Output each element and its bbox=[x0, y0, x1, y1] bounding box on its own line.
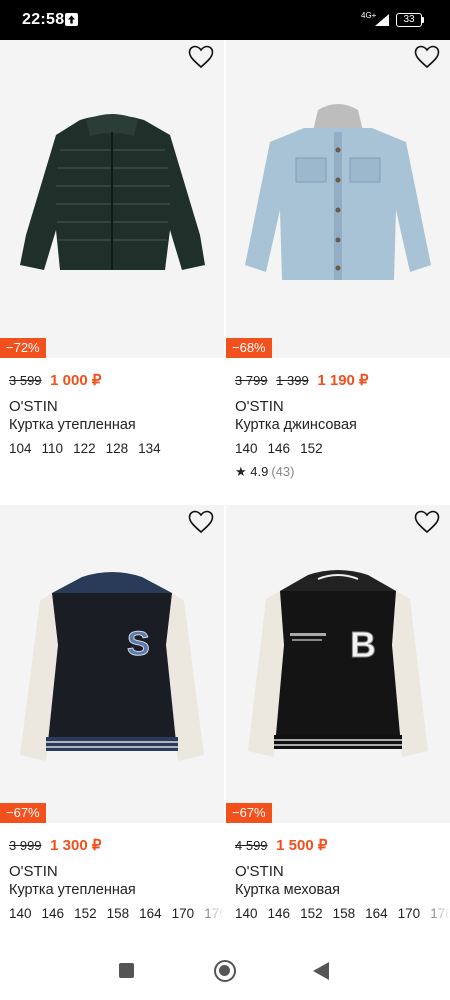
size-option: 158 bbox=[106, 906, 130, 921]
product-title: Куртка утепленная bbox=[9, 882, 136, 898]
new-price: 1 300 ₽ bbox=[50, 837, 102, 854]
product-card[interactable]: −72% 3 599 1 000 ₽ O'STIN Куртка утеплен… bbox=[0, 40, 224, 500]
brand-name: O'STIN bbox=[9, 398, 58, 415]
brand-name: O'STIN bbox=[235, 398, 284, 415]
signal-icon bbox=[375, 14, 389, 26]
price-row: 3 999 1 300 ₽ bbox=[9, 836, 101, 854]
back-button[interactable] bbox=[313, 962, 329, 980]
size-option: 140 bbox=[235, 441, 258, 456]
product-image[interactable]: S −67% bbox=[0, 505, 224, 823]
battery-icon: 33 bbox=[396, 13, 422, 27]
old-price: 3 599 bbox=[9, 373, 42, 388]
product-card[interactable]: B −67% 4 599 1 500 ₽ O'STIN Куртка мехов… bbox=[226, 505, 450, 945]
product-title: Куртка утепленная bbox=[9, 417, 136, 433]
size-option: 152 bbox=[74, 906, 97, 921]
product-card[interactable]: −68% 3 799 1 399 1 190 ₽ O'STIN Куртка д… bbox=[226, 40, 450, 500]
price-row: 4 599 1 500 ₽ bbox=[235, 836, 327, 854]
denim-jacket-image bbox=[245, 104, 431, 280]
heart-icon[interactable] bbox=[188, 45, 214, 69]
old-price: 3 799 bbox=[235, 373, 268, 388]
system-nav-bar bbox=[0, 945, 450, 1000]
size-list: 140 146 152 bbox=[235, 441, 450, 456]
price-row: 3 599 1 000 ₽ bbox=[9, 371, 101, 389]
status-time: 22:58 bbox=[22, 11, 65, 28]
size-list: 104 110 122 128 134 bbox=[9, 441, 224, 456]
recents-button[interactable] bbox=[119, 963, 134, 978]
size-option: 152 bbox=[300, 441, 323, 456]
size-list: 140 146 152 158 164 170 176 bbox=[235, 906, 450, 921]
size-option: 176 bbox=[430, 906, 450, 921]
discount-badge: −72% bbox=[0, 338, 46, 358]
old-price: 4 599 bbox=[235, 838, 268, 853]
discount-badge: −68% bbox=[226, 338, 272, 358]
svg-text:B: B bbox=[350, 624, 376, 665]
size-option: 170 bbox=[171, 906, 195, 921]
size-option: 146 bbox=[267, 906, 291, 921]
size-option: 146 bbox=[267, 441, 291, 456]
discount-badge: −67% bbox=[0, 803, 46, 823]
discount-badge: −67% bbox=[226, 803, 272, 823]
size-option: 176 bbox=[204, 906, 224, 921]
size-option: 146 bbox=[41, 906, 65, 921]
size-option: 110 bbox=[41, 441, 64, 456]
review-count: (43) bbox=[271, 464, 295, 479]
svg-text:S: S bbox=[127, 625, 150, 663]
bomber-jacket-image: S bbox=[20, 572, 204, 761]
size-option: 104 bbox=[9, 441, 32, 456]
old-price-secondary: 1 399 bbox=[276, 373, 309, 388]
product-image[interactable]: −68% bbox=[226, 40, 450, 358]
size-option: 158 bbox=[332, 906, 356, 921]
brand-name: O'STIN bbox=[235, 863, 284, 880]
size-option: 140 bbox=[9, 906, 32, 921]
battery-tip bbox=[422, 17, 424, 23]
new-price: 1 000 ₽ bbox=[50, 372, 102, 389]
new-price: 1 500 ₽ bbox=[276, 837, 328, 854]
size-option: 122 bbox=[73, 441, 96, 456]
product-title: Куртка меховая bbox=[235, 882, 340, 898]
size-option: 164 bbox=[139, 906, 162, 921]
puffer-jacket-image bbox=[20, 114, 205, 270]
rating-value: ★ 4.9 bbox=[235, 464, 269, 479]
size-list: 140 146 152 158 164 170 176 bbox=[9, 906, 224, 921]
old-price: 3 999 bbox=[9, 838, 42, 853]
product-title: Куртка джинсовая bbox=[235, 417, 357, 433]
status-bar: 22:58 4G+ 33 bbox=[0, 0, 450, 40]
price-row: 3 799 1 399 1 190 ₽ bbox=[235, 371, 369, 389]
new-price: 1 190 ₽ bbox=[317, 372, 369, 389]
heart-icon[interactable] bbox=[414, 45, 440, 69]
product-card[interactable]: S −67% 3 999 1 300 ₽ O'STIN Куртка утепл… bbox=[0, 505, 224, 945]
size-option: 170 bbox=[397, 906, 421, 921]
product-image[interactable]: B −67% bbox=[226, 505, 450, 823]
size-option: 128 bbox=[105, 441, 129, 456]
home-button[interactable] bbox=[214, 960, 236, 982]
heart-icon[interactable] bbox=[414, 510, 440, 534]
brand-name: O'STIN bbox=[9, 863, 58, 880]
rating: ★ 4.9 (43) bbox=[235, 464, 294, 480]
size-option: 140 bbox=[235, 906, 258, 921]
size-option: 164 bbox=[365, 906, 388, 921]
fur-jacket-image: B bbox=[248, 570, 428, 757]
heart-icon[interactable] bbox=[188, 510, 214, 534]
size-option: 134 bbox=[138, 441, 161, 456]
product-image[interactable]: −72% bbox=[0, 40, 224, 358]
size-option: 152 bbox=[300, 906, 323, 921]
upload-notification-icon bbox=[65, 13, 78, 26]
